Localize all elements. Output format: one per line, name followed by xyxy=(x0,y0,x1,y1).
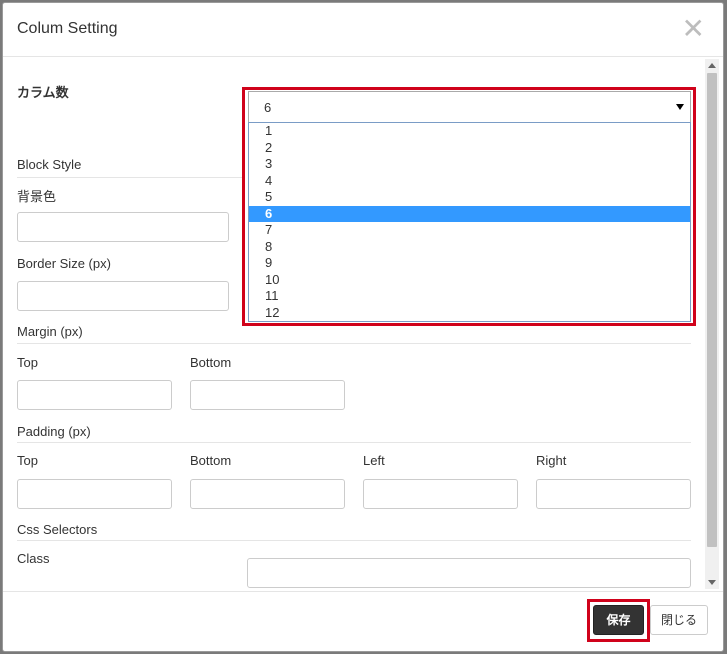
dialog-footer: 保存 閉じる xyxy=(3,591,723,651)
margin-top-input[interactable] xyxy=(17,380,172,410)
border-size-label: Border Size (px) xyxy=(17,256,111,271)
divider xyxy=(17,343,691,344)
close-icon[interactable]: ✕ xyxy=(682,15,705,43)
padding-top-label: Top xyxy=(17,453,38,468)
margin-bottom-label: Bottom xyxy=(190,355,232,370)
padding-bottom-input[interactable] xyxy=(190,479,345,509)
columns-option[interactable]: 4 xyxy=(249,173,690,190)
columns-option[interactable]: 12 xyxy=(249,305,690,322)
columns-select-value: 6 xyxy=(264,100,272,115)
dialog-header: Colum Setting ✕ xyxy=(3,3,723,57)
padding-top-input[interactable] xyxy=(17,479,172,509)
background-color-input[interactable] xyxy=(17,212,229,242)
column-settings-dialog: Colum Setting ✕ カラム数 Block Style 背景色 Bor… xyxy=(2,2,724,652)
class-label: Class xyxy=(17,551,50,566)
dialog-title: Colum Setting xyxy=(17,20,118,37)
padding-left-input[interactable] xyxy=(363,479,518,509)
columns-label: カラム数 xyxy=(17,85,69,100)
scroll-down-icon[interactable] xyxy=(708,580,716,585)
columns-option[interactable]: 7 xyxy=(249,222,690,239)
columns-option[interactable]: 8 xyxy=(249,239,690,256)
scroll-up-icon[interactable] xyxy=(708,63,716,68)
padding-heading: Padding (px) xyxy=(17,424,91,439)
css-selectors-heading: Css Selectors xyxy=(17,522,98,537)
columns-dropdown-list: 1 2 3 4 5 6 7 8 9 10 11 12 xyxy=(248,122,691,322)
margin-top-label: Top xyxy=(17,355,38,370)
columns-option[interactable]: 1 xyxy=(249,123,690,140)
padding-right-input[interactable] xyxy=(536,479,691,509)
border-size-input[interactable] xyxy=(17,281,229,311)
columns-option[interactable]: 9 xyxy=(249,255,690,272)
columns-option[interactable]: 5 xyxy=(249,189,690,206)
block-style-heading: Block Style xyxy=(17,157,82,172)
columns-option[interactable]: 2 xyxy=(249,140,690,157)
columns-option[interactable]: 3 xyxy=(249,156,690,173)
vertical-scrollbar[interactable] xyxy=(705,59,719,589)
margin-bottom-input[interactable] xyxy=(190,380,345,410)
divider xyxy=(17,540,691,541)
dialog-body: カラム数 Block Style 背景色 Border Size (px) Ma… xyxy=(3,58,723,591)
columns-option[interactable]: 10 xyxy=(249,272,690,289)
class-input[interactable] xyxy=(247,558,691,588)
background-color-label: 背景色 xyxy=(17,189,57,204)
close-button[interactable]: 閉じる xyxy=(650,605,708,635)
save-button[interactable]: 保存 xyxy=(593,605,644,635)
padding-left-label: Left xyxy=(363,453,385,468)
padding-right-label: Right xyxy=(536,453,567,468)
caret-down-icon[interactable] xyxy=(676,104,684,110)
columns-select[interactable]: 6 xyxy=(248,91,691,123)
divider xyxy=(17,177,243,178)
scroll-thumb[interactable] xyxy=(707,73,717,547)
margin-heading: Margin (px) xyxy=(17,324,83,339)
divider xyxy=(17,442,691,443)
columns-option[interactable]: 6 xyxy=(249,205,690,222)
padding-bottom-label: Bottom xyxy=(190,453,232,468)
columns-option[interactable]: 11 xyxy=(249,288,690,305)
